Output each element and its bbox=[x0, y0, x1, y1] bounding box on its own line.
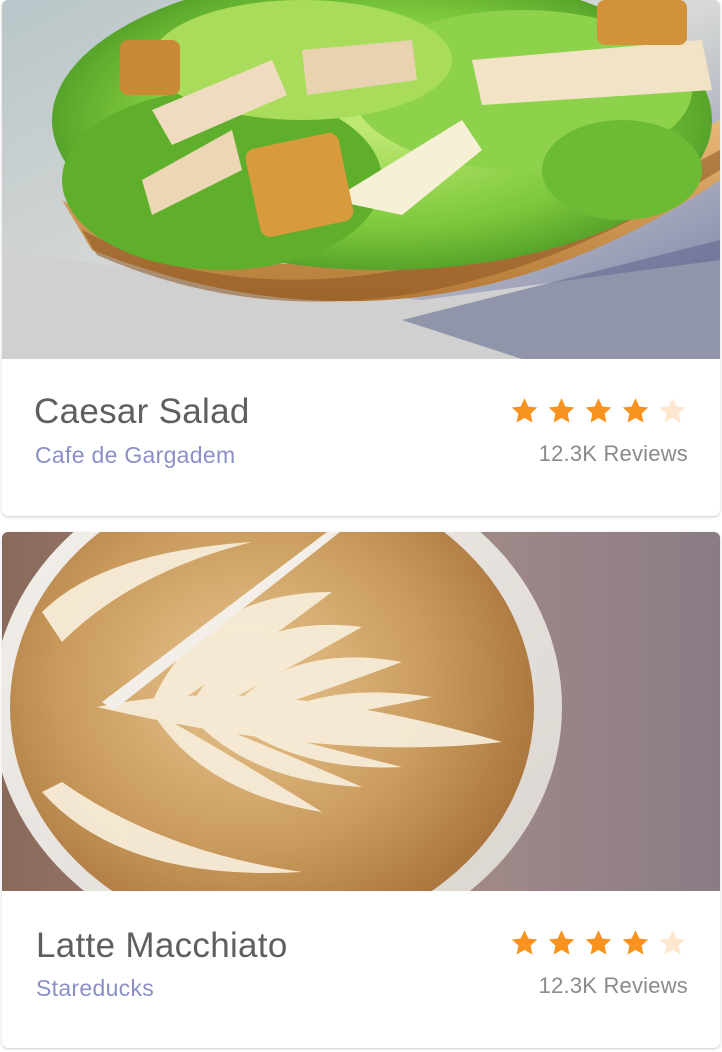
star-filled-icon bbox=[622, 398, 649, 423]
dish-title[interactable]: Latte Macchiato bbox=[36, 926, 288, 966]
food-card-latte-macchiato[interactable]: Latte Macchiato Stareducks 12.3K Reviews bbox=[2, 532, 720, 1048]
star-filled-icon bbox=[511, 930, 538, 955]
star-filled-icon bbox=[548, 398, 575, 423]
star-filled-icon bbox=[622, 930, 649, 955]
card-body: Latte Macchiato Stareducks 12.3K Reviews bbox=[2, 891, 720, 1048]
restaurant-name[interactable]: Cafe de Gargadem bbox=[35, 442, 235, 469]
food-card-caesar-salad[interactable]: Caesar Salad Cafe de Gargadem 12.3K Revi… bbox=[2, 0, 720, 516]
restaurant-feed: Caesar Salad Cafe de Gargadem 12.3K Revi… bbox=[0, 0, 722, 1052]
latte-art-photo[interactable] bbox=[2, 532, 720, 891]
salad-image-icon bbox=[2, 0, 720, 359]
star-empty-icon bbox=[659, 930, 686, 955]
star-filled-icon bbox=[585, 930, 612, 955]
caesar-salad-photo[interactable] bbox=[2, 0, 720, 359]
star-filled-icon bbox=[585, 398, 612, 423]
review-count[interactable]: 12.3K Reviews bbox=[539, 441, 688, 467]
star-rating bbox=[509, 928, 688, 958]
card-body: Caesar Salad Cafe de Gargadem 12.3K Revi… bbox=[2, 359, 720, 516]
star-empty-icon bbox=[659, 398, 686, 423]
dish-title[interactable]: Caesar Salad bbox=[34, 392, 250, 432]
review-count[interactable]: 12.3K Reviews bbox=[539, 973, 688, 999]
star-rating bbox=[509, 396, 688, 426]
star-filled-icon bbox=[548, 930, 575, 955]
star-filled-icon bbox=[511, 398, 538, 423]
restaurant-name[interactable]: Stareducks bbox=[36, 975, 154, 1002]
latte-image-icon bbox=[2, 532, 720, 891]
